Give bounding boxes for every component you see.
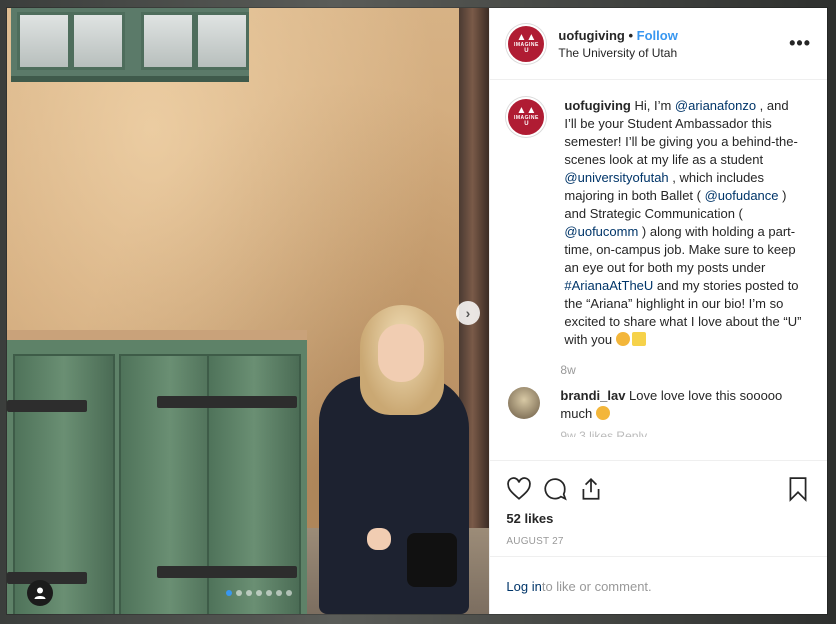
comment-username[interactable]: brandi_lav xyxy=(560,388,625,403)
carousel-dot xyxy=(256,590,263,596)
door-hinge xyxy=(7,400,87,412)
photo-window xyxy=(11,8,249,82)
carousel-dot xyxy=(236,590,243,596)
login-link[interactable]: Log in xyxy=(506,579,541,594)
door-hinge xyxy=(157,566,297,578)
post-header: ▲▲ IMAGINE U uofugiving • Follow The Uni… xyxy=(490,8,827,80)
post-side-panel: ▲▲ IMAGINE U uofugiving • Follow The Uni… xyxy=(489,8,827,614)
photo-door xyxy=(7,330,307,614)
window-pane xyxy=(141,12,195,70)
header-text: uofugiving • Follow The University of Ut… xyxy=(558,28,789,60)
heart-icon[interactable] xyxy=(506,476,532,502)
post-actions: 52 likes AUGUST 27 xyxy=(490,460,827,547)
chevron-right-icon: › xyxy=(465,305,471,321)
action-icons xyxy=(506,473,811,505)
avatar-letter: U xyxy=(524,121,529,127)
mention-link[interactable]: @universityofutah xyxy=(564,170,668,185)
face-emoji-icon xyxy=(615,332,630,346)
username-link[interactable]: uofugiving xyxy=(558,28,624,43)
comment-row: brandi_lav Love love love this sooooo mu… xyxy=(506,387,811,423)
person-hand xyxy=(367,528,391,550)
post-photo[interactable]: › xyxy=(7,8,490,614)
carousel-dot xyxy=(246,590,253,596)
mountain-icon: ▲▲ xyxy=(516,105,537,116)
hashtag-link[interactable]: #ArianaAtTheU xyxy=(564,278,653,293)
post-date[interactable]: AUGUST 27 xyxy=(506,536,811,547)
share-icon[interactable] xyxy=(578,476,604,502)
mention-link[interactable]: @arianafonzo xyxy=(675,98,756,113)
post-modal: › ▲▲ IMAGINE U uofugiving • Follow The U… xyxy=(7,8,827,614)
carousel-dot xyxy=(286,590,293,596)
caption-fragment: Hi, I’m xyxy=(634,98,675,113)
account-avatar[interactable]: ▲▲ IMAGINE U xyxy=(506,23,547,64)
person-bag xyxy=(407,533,457,587)
mention-link[interactable]: @uofudance xyxy=(705,188,779,203)
window-pane xyxy=(195,12,249,70)
comment-avatar[interactable] xyxy=(508,387,541,419)
caption-timestamp[interactable]: 8w xyxy=(560,363,811,377)
sparkles-emoji-icon xyxy=(631,332,646,346)
person-face xyxy=(378,324,424,382)
bookmark-icon[interactable] xyxy=(785,476,811,502)
mountain-icon: ▲▲ xyxy=(516,31,537,43)
door-hinge xyxy=(157,396,297,408)
comment-text: brandi_lav Love love love this sooooo mu… xyxy=(560,387,800,423)
carousel-dot xyxy=(276,590,283,596)
comments-section[interactable]: ▲▲ IMAGINE U uofugiving Hi, I’m @arianaf… xyxy=(490,81,827,460)
location-link[interactable]: The University of Utah xyxy=(558,46,789,60)
more-options-button[interactable]: ••• xyxy=(789,33,811,54)
smile-emoji-icon xyxy=(595,406,610,420)
carousel-dot xyxy=(226,590,233,596)
window-pane xyxy=(17,12,71,70)
window-pane xyxy=(71,12,125,70)
login-rest-text: to like or comment. xyxy=(541,578,652,594)
carousel-next-button[interactable]: › xyxy=(456,301,480,325)
comment-meta: 9w 3 likes Reply xyxy=(560,429,648,437)
login-prompt: Log in to like or comment. xyxy=(490,556,827,615)
avatar-letter: U xyxy=(524,47,529,54)
caption-avatar[interactable]: ▲▲ IMAGINE U xyxy=(506,97,547,137)
caption-text: uofugiving Hi, I’m @arianafonzo , and I’… xyxy=(564,97,804,349)
follow-button[interactable]: Follow xyxy=(637,28,678,43)
carousel-dots xyxy=(7,590,489,596)
mention-link[interactable]: @uofucomm xyxy=(564,224,638,239)
caption-username[interactable]: uofugiving xyxy=(564,98,630,113)
caption-row: ▲▲ IMAGINE U uofugiving Hi, I’m @arianaf… xyxy=(506,97,811,349)
separator-dot: • xyxy=(628,27,634,43)
carousel-dot xyxy=(266,590,273,596)
likes-count[interactable]: 52 likes xyxy=(506,511,811,526)
comment-icon[interactable] xyxy=(542,476,568,502)
